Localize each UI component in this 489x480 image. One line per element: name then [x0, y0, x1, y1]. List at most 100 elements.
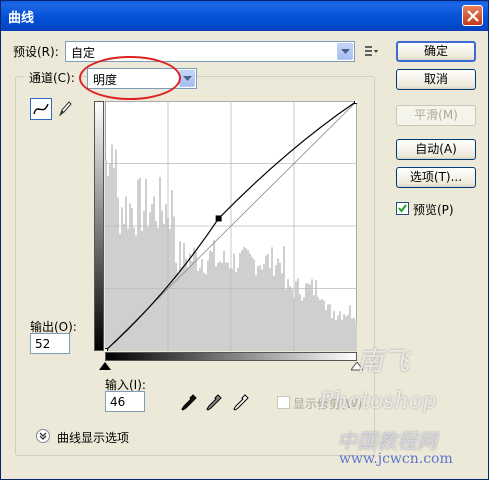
histogram-bar [205, 274, 207, 351]
pencil-icon [58, 101, 72, 117]
histogram-bar [181, 267, 183, 351]
histogram-bar [307, 283, 309, 351]
channel-label: 通道(C): [25, 69, 79, 86]
histogram-bar [225, 262, 227, 351]
title-bar[interactable]: 曲线 [1, 1, 488, 31]
curve-point-tool[interactable] [30, 98, 52, 120]
histogram-bar [297, 278, 299, 351]
histogram-bar [251, 256, 253, 351]
histogram-bar [255, 275, 257, 351]
histogram-bar [121, 207, 123, 351]
histogram-bar [187, 267, 189, 351]
output-gradient-bar [94, 101, 104, 351]
histogram-bar [269, 267, 271, 351]
histogram-bar [169, 228, 171, 351]
histogram-bar [155, 220, 157, 351]
histogram-bar [289, 286, 291, 351]
histogram-bar [149, 212, 151, 351]
histogram-bar [243, 246, 245, 351]
histogram-bar [353, 317, 355, 351]
close-icon [467, 10, 479, 22]
histogram-bar [209, 250, 211, 351]
histogram-bar [253, 259, 255, 351]
histogram-bar [279, 262, 281, 351]
histogram-bar [319, 300, 321, 351]
histogram-bar [157, 227, 159, 351]
histogram-bar [313, 295, 315, 351]
histogram-bar [219, 261, 221, 351]
preview-checkbox[interactable] [396, 202, 409, 215]
input-field[interactable]: 46 [105, 391, 145, 412]
histogram-bar [347, 315, 349, 351]
histogram-bar [263, 264, 265, 351]
histogram-bar [217, 262, 219, 351]
histogram-bar [301, 300, 303, 351]
smooth-button[interactable]: 平滑(M) [396, 105, 476, 126]
histogram-bar [135, 235, 137, 351]
histogram-bar [191, 260, 193, 351]
histogram-bar [241, 250, 243, 351]
histogram-bar [287, 279, 289, 351]
chevron-down-icon[interactable] [179, 70, 195, 87]
histogram-bar [249, 253, 251, 351]
histogram-bar [159, 176, 161, 351]
curve-endpoint-white[interactable] [354, 101, 358, 104]
histogram-bar [221, 262, 223, 351]
histogram-bar [323, 300, 325, 351]
options-button[interactable]: 选项(T)... [396, 167, 476, 188]
histogram-bar [119, 233, 121, 351]
histogram-bar [137, 179, 139, 351]
histogram-bar [105, 160, 107, 351]
histogram-bar [327, 304, 329, 351]
histogram-bar [141, 230, 143, 351]
histogram-bar [171, 190, 173, 351]
histogram-bar [233, 253, 235, 351]
watermark-url: www.jcwcn.com [339, 451, 453, 467]
pencil-tool[interactable] [55, 98, 77, 120]
chevron-down-icon[interactable] [337, 43, 353, 60]
histogram-bar [331, 318, 333, 351]
histogram-bar [153, 196, 155, 351]
histogram-bar [329, 304, 331, 351]
histogram-bar [115, 149, 117, 351]
black-eyedropper-icon[interactable] [181, 394, 197, 412]
input-gradient-bar [105, 352, 357, 361]
watermark-logo-text: 南飞 [357, 347, 410, 377]
histogram-bar [117, 197, 119, 351]
gray-eyedropper-icon[interactable] [206, 394, 222, 412]
histogram-bar [145, 178, 147, 351]
histogram-bar [325, 310, 327, 351]
histogram-bar [317, 296, 319, 351]
histogram-bar [309, 284, 311, 351]
histogram-bar [183, 242, 185, 351]
histogram-bar [189, 253, 191, 351]
histogram-bar [213, 240, 215, 351]
output-field[interactable]: 52 [30, 333, 70, 354]
show-clipping-checkbox[interactable] [277, 396, 290, 409]
curve-control-point[interactable] [215, 215, 222, 222]
histogram-bar [161, 210, 163, 351]
histogram-bar [343, 313, 345, 351]
auto-button[interactable]: 自动(A) [396, 139, 476, 160]
histogram-bar [237, 267, 239, 351]
white-eyedropper-icon[interactable] [233, 394, 249, 412]
black-point-slider-icon[interactable] [99, 362, 111, 371]
histogram-bar [321, 298, 323, 351]
histogram-bar [111, 144, 113, 351]
expand-options-button[interactable] [36, 429, 50, 443]
histogram-bar [179, 241, 181, 351]
histogram-bar [265, 255, 267, 351]
histogram-bar [281, 273, 283, 351]
cancel-button[interactable]: 取消 [396, 69, 476, 90]
checkmark-icon [398, 204, 407, 213]
dialog-title: 曲线 [8, 11, 35, 26]
preset-options-icon[interactable] [363, 43, 379, 59]
histogram-bar [203, 272, 205, 351]
close-button[interactable] [462, 5, 483, 26]
preset-label: 预设(R): [13, 45, 59, 59]
curve-endpoint-black[interactable] [105, 348, 108, 352]
histogram-bar [223, 250, 225, 351]
curve-graph[interactable] [105, 101, 357, 351]
ok-button[interactable]: 确定 [396, 41, 476, 62]
histogram-bar [259, 265, 261, 351]
